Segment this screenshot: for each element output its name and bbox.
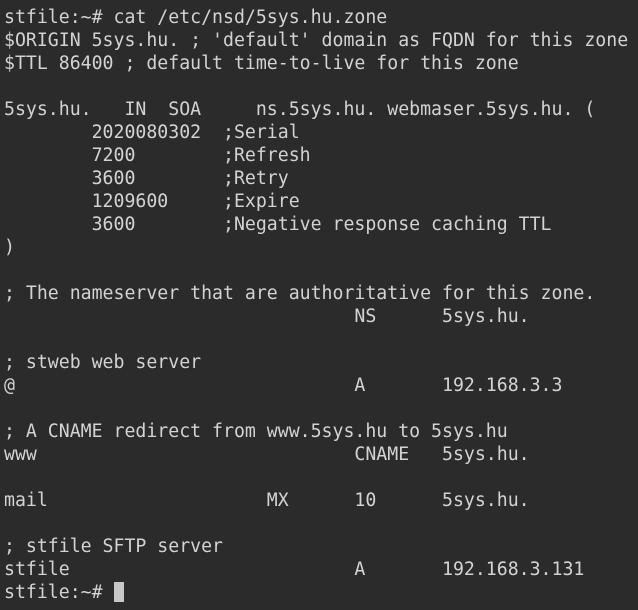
terminal-line-web-comment: ; stweb web server (4, 352, 202, 373)
terminal-line-a-record: @ A 192.168.3.3 (4, 375, 563, 396)
terminal-line-sftp-comment: ; stfile SFTP server (4, 536, 223, 557)
terminal-line-serial: 2020080302 ;Serial (4, 122, 300, 143)
terminal-line-cname-record: www CNAME 5sys.hu. (4, 444, 530, 465)
text-cursor (113, 582, 124, 602)
terminal-line-command: stfile:~# cat /etc/nsd/5sys.hu.zone (4, 7, 388, 28)
terminal-line-origin: $ORIGIN 5sys.hu. ; 'default' domain as F… (4, 30, 629, 51)
shell-prompt: stfile:~# (4, 582, 114, 603)
terminal-line-retry: 3600 ;Retry (4, 168, 289, 189)
terminal-line-ns-record: NS 5sys.hu. (4, 306, 530, 327)
terminal-line-refresh: 7200 ;Refresh (4, 145, 311, 166)
terminal-line-expire: 1209600 ;Expire (4, 191, 300, 212)
terminal-line-close-paren: ) (4, 237, 15, 258)
terminal-line-sftp-record: stfile A 192.168.3.131 (4, 559, 585, 580)
terminal-prompt-line[interactable]: stfile:~# (4, 581, 638, 604)
terminal-line-negative-ttl: 3600 ;Negative response caching TTL (4, 214, 552, 235)
terminal-line-ns-comment: ; The nameserver that are authoritative … (4, 283, 596, 304)
terminal-line-ttl: $TTL 86400 ; default time-to-live for th… (4, 53, 519, 74)
terminal-line-cname-comment: ; A CNAME redirect from www.5sys.hu to 5… (4, 421, 508, 442)
terminal-window[interactable]: stfile:~# cat /etc/nsd/5sys.hu.zone $ORI… (0, 0, 638, 610)
terminal-line-soa: 5sys.hu. IN SOA ns.5sys.hu. webmaser.5sy… (4, 99, 596, 120)
terminal-line-mx-record: mail MX 10 5sys.hu. (4, 490, 530, 511)
